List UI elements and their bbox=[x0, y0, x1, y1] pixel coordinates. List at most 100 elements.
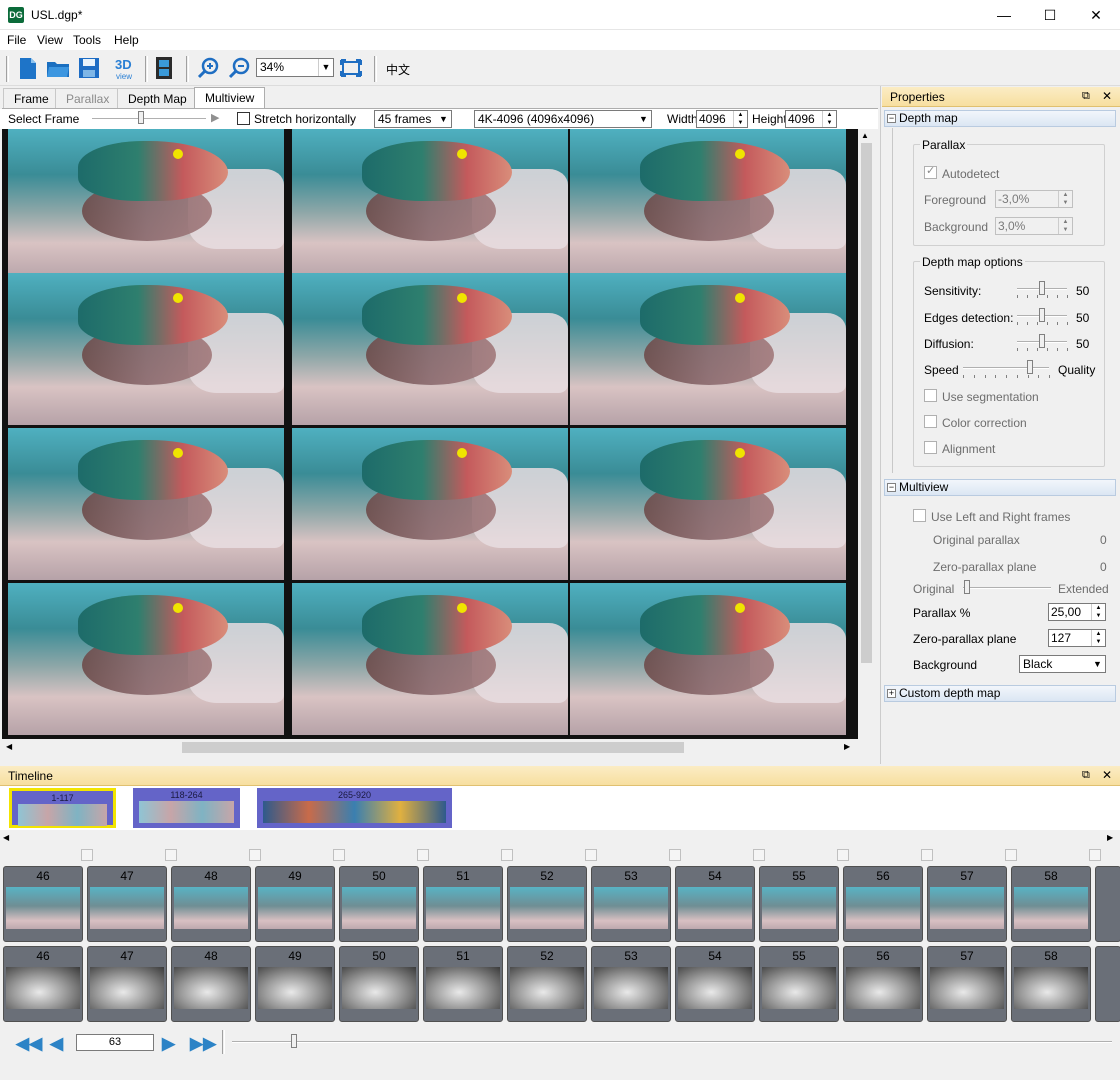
expand-icon[interactable]: + bbox=[887, 689, 896, 698]
spin-arrows-icon[interactable]: ▲ ▼ bbox=[1091, 604, 1105, 620]
horizontal-scrollbar[interactable]: ◀ ▶ bbox=[2, 739, 858, 756]
maximize-button[interactable]: ☐ bbox=[1027, 0, 1073, 30]
background-input[interactable]: 3,0% ▲ ▼ bbox=[995, 217, 1073, 235]
frame-select-checkbox[interactable] bbox=[333, 849, 345, 861]
float-panel-icon[interactable]: ⧉ bbox=[1082, 769, 1090, 782]
menu-file[interactable]: File bbox=[7, 33, 26, 47]
scroll-right-icon[interactable]: ▶ bbox=[844, 742, 850, 751]
foreground-input[interactable]: -3,0% ▲ ▼ bbox=[995, 190, 1073, 208]
frame-select-checkbox[interactable] bbox=[417, 849, 429, 861]
depth-thumbnail[interactable]: 58 bbox=[1011, 946, 1091, 1022]
chevron-down-icon[interactable]: ▼ bbox=[318, 59, 333, 76]
zero-parallax-plane-input[interactable]: 127 ▲ ▼ bbox=[1048, 629, 1106, 647]
first-frame-icon[interactable]: ◀◀ bbox=[16, 1034, 42, 1054]
color-correction-checkbox[interactable] bbox=[924, 415, 937, 428]
scene-item[interactable]: 118-264 bbox=[133, 788, 240, 828]
tab-depth-map[interactable]: Depth Map bbox=[117, 88, 198, 109]
scroll-left-icon[interactable]: ◀ bbox=[6, 742, 12, 751]
depth-thumbnail[interactable]: 54 bbox=[675, 946, 755, 1022]
current-frame-input[interactable]: 63 bbox=[76, 1034, 154, 1051]
depth-thumbnail[interactable]: 47 bbox=[87, 946, 167, 1022]
frame-thumbnail[interactable]: 51 bbox=[423, 866, 503, 942]
float-panel-icon[interactable]: ⧉ bbox=[1082, 90, 1090, 103]
fit-window-icon[interactable] bbox=[338, 55, 364, 81]
frame-thumbnail[interactable]: 52 bbox=[507, 866, 587, 942]
scroll-right-icon[interactable]: ▶ bbox=[1107, 833, 1113, 842]
frame-thumbnail[interactable]: 48 bbox=[171, 866, 251, 942]
open-folder-icon[interactable] bbox=[45, 55, 71, 81]
original-extended-slider[interactable] bbox=[964, 580, 971, 594]
depth-thumbnail[interactable]: 46 bbox=[3, 946, 83, 1022]
frame-thumbnail[interactable]: 49 bbox=[255, 866, 335, 942]
frame-select-checkbox[interactable] bbox=[1089, 849, 1101, 861]
frame-thumbnail[interactable]: 53 bbox=[591, 866, 671, 942]
previous-frame-icon[interactable]: ◀ bbox=[50, 1034, 63, 1054]
menu-help[interactable]: Help bbox=[114, 33, 139, 47]
close-panel-icon[interactable]: ✕ bbox=[1102, 768, 1112, 782]
save-icon[interactable] bbox=[76, 55, 102, 81]
frame-select-checkbox[interactable] bbox=[837, 849, 849, 861]
last-frame-icon[interactable]: ▶▶ bbox=[190, 1034, 216, 1054]
timeline-position-slider[interactable] bbox=[291, 1034, 297, 1048]
horizontal-scroll-thumb[interactable] bbox=[182, 742, 684, 753]
partial-frame-thumbnail[interactable] bbox=[1095, 866, 1120, 942]
new-document-icon[interactable] bbox=[15, 55, 41, 81]
frame-thumbnail[interactable]: 56 bbox=[843, 866, 923, 942]
tab-frame[interactable]: Frame bbox=[3, 88, 60, 109]
frame-thumbnail[interactable]: 57 bbox=[927, 866, 1007, 942]
stretch-checkbox[interactable] bbox=[237, 112, 250, 125]
spin-arrows-icon[interactable]: ▲ ▼ bbox=[1058, 218, 1072, 234]
scroll-up-icon[interactable]: ▲ bbox=[861, 131, 869, 140]
spin-arrows-icon[interactable]: ▲ ▼ bbox=[733, 111, 747, 127]
depth-thumbnail[interactable]: 55 bbox=[759, 946, 839, 1022]
frame-select-checkbox[interactable] bbox=[165, 849, 177, 861]
close-button[interactable]: ✕ bbox=[1073, 0, 1119, 30]
film-icon[interactable] bbox=[151, 55, 177, 81]
parallax-percent-input[interactable]: 25,00 ▲ ▼ bbox=[1048, 603, 1106, 621]
frame-thumbnail[interactable]: 46 bbox=[3, 866, 83, 942]
frame-thumbnail[interactable]: 47 bbox=[87, 866, 167, 942]
multiview-background-select[interactable]: Black ▼ bbox=[1019, 655, 1106, 673]
language-button[interactable]: 中文 bbox=[386, 61, 410, 78]
collapse-icon[interactable]: − bbox=[887, 114, 896, 123]
depth-thumbnail[interactable]: 51 bbox=[423, 946, 503, 1022]
3d-view-icon[interactable]: 3D view bbox=[113, 55, 139, 81]
depth-thumbnail[interactable]: 57 bbox=[927, 946, 1007, 1022]
vertical-scrollbar[interactable]: ▲ bbox=[858, 129, 875, 739]
vertical-scroll-thumb[interactable] bbox=[861, 143, 872, 663]
depth-thumbnail[interactable]: 50 bbox=[339, 946, 419, 1022]
depth-thumbnail[interactable]: 53 bbox=[591, 946, 671, 1022]
zoom-in-icon[interactable] bbox=[196, 55, 222, 81]
frame-thumbnail[interactable]: 58 bbox=[1011, 866, 1091, 942]
zoom-out-icon[interactable] bbox=[227, 55, 253, 81]
sensitivity-slider[interactable] bbox=[1039, 281, 1045, 295]
tab-parallax[interactable]: Parallax bbox=[55, 88, 121, 109]
select-frame-slider[interactable] bbox=[138, 111, 144, 124]
partial-frame-thumbnail[interactable] bbox=[1095, 946, 1120, 1022]
zoom-select[interactable]: 34% ▼ bbox=[256, 58, 334, 77]
menu-view[interactable]: View bbox=[37, 33, 63, 47]
frame-select-checkbox[interactable] bbox=[249, 849, 261, 861]
autodetect-checkbox[interactable]: ✓ bbox=[924, 165, 937, 179]
collapse-icon[interactable]: − bbox=[887, 483, 896, 492]
scene-item[interactable]: 1-117 bbox=[9, 788, 116, 828]
spin-arrows-icon[interactable]: ▲ ▼ bbox=[1091, 630, 1105, 646]
play-icon[interactable]: ▶ bbox=[211, 111, 219, 124]
scroll-left-icon[interactable]: ◀ bbox=[3, 833, 9, 842]
use-lr-frames-checkbox[interactable] bbox=[913, 509, 926, 522]
custom-depth-map-section-header[interactable]: + Custom depth map bbox=[884, 685, 1116, 702]
spin-arrows-icon[interactable]: ▲ ▼ bbox=[822, 111, 836, 127]
tab-multiview[interactable]: Multiview bbox=[194, 87, 266, 109]
frame-select-checkbox[interactable] bbox=[921, 849, 933, 861]
scenes-scrollbar[interactable]: ◀ ▶ bbox=[0, 830, 1120, 846]
frame-thumbnail[interactable]: 50 bbox=[339, 866, 419, 942]
multiview-section-header[interactable]: − Multiview bbox=[884, 479, 1116, 496]
edges-detection-slider[interactable] bbox=[1039, 308, 1045, 322]
width-input[interactable]: 4096 ▲ ▼ bbox=[696, 110, 748, 128]
frame-select-checkbox[interactable] bbox=[81, 849, 93, 861]
frames-select[interactable]: 45 frames ▼ bbox=[374, 110, 452, 128]
frame-select-checkbox[interactable] bbox=[753, 849, 765, 861]
minimize-button[interactable]: — bbox=[981, 0, 1027, 30]
multiview-viewer[interactable] bbox=[2, 129, 858, 739]
use-segmentation-checkbox[interactable] bbox=[924, 389, 937, 402]
